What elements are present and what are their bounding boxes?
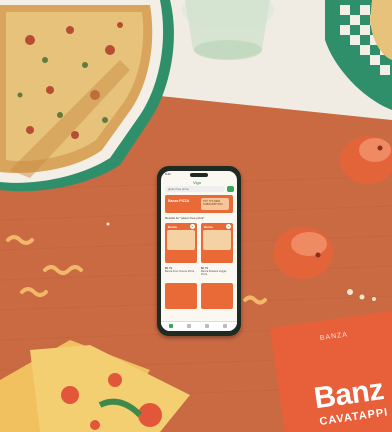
app-logo: Vigo (193, 180, 201, 185)
product-card[interactable]: Banza + (165, 223, 197, 263)
product-name: Banza Roasted Veggie Pizza (201, 270, 227, 276)
product-image (203, 230, 231, 250)
glass (182, 0, 274, 60)
search-input[interactable]: gluten free pizza (165, 186, 225, 192)
banner-left-text: Banza PIZZA (168, 199, 190, 203)
home-icon[interactable] (169, 324, 173, 328)
banner-right-panel: TRY IT'S NEW SUBSCRIPTION (201, 198, 229, 210)
product-photo-scene: 9:41 Vigo gluten free pizza Banza PIZZA … (0, 0, 392, 432)
phone-notch (190, 173, 208, 177)
cart-button[interactable] (227, 186, 234, 192)
phone-screen: 9:41 Vigo gluten free pizza Banza PIZZA … (161, 171, 237, 331)
promo-banner[interactable]: Banza PIZZA TRY IT'S NEW SUBSCRIPTION (165, 195, 233, 213)
product-card[interactable]: Banza + (201, 223, 233, 263)
search-icon[interactable] (187, 324, 191, 328)
results-label: Results for "gluten free pizza" (165, 216, 205, 220)
product-brand: Banza (204, 225, 213, 229)
status-time: 9:41 (165, 172, 171, 176)
product-image (167, 230, 195, 250)
product-brand: Banza (168, 225, 177, 229)
product-card[interactable] (201, 283, 233, 309)
cart-icon[interactable] (205, 324, 209, 328)
banner-right-text: TRY IT'S NEW SUBSCRIPTION (203, 200, 223, 206)
add-to-cart-icon[interactable]: + (226, 224, 231, 229)
product-card[interactable] (165, 283, 197, 309)
smartphone: 9:41 Vigo gluten free pizza Banza PIZZA … (157, 166, 241, 336)
salt-shaker-front (273, 227, 333, 279)
box-top-text: BANZA (319, 331, 349, 343)
add-to-cart-icon[interactable]: + (190, 224, 195, 229)
product-name: Banza Four Cheese Pizza (165, 270, 195, 273)
account-icon[interactable] (223, 324, 227, 328)
pasta-box: BANZA Banz CAVATAPPI (270, 308, 392, 432)
tab-bar (161, 321, 237, 331)
